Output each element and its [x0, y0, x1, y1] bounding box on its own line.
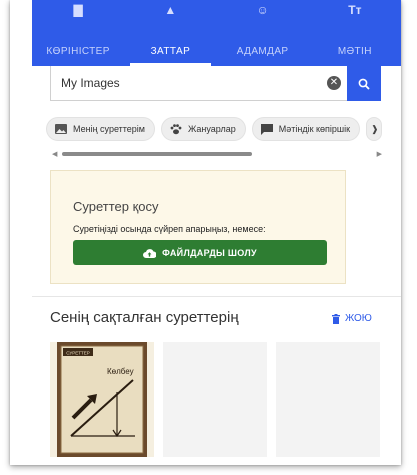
chip-label: Менің суреттерім	[73, 124, 145, 134]
browse-files-label: ФАЙЛДАРДЫ ШОЛУ	[162, 247, 257, 258]
delete-button[interactable]: ЖОЮ	[332, 313, 372, 324]
tab-label: ЗАТТАР	[150, 46, 191, 57]
saved-image-placeholder[interactable]	[163, 342, 267, 457]
image-icon: ▇	[73, 3, 83, 17]
chips-scrollbar[interactable]: ◀ ▶	[52, 150, 382, 158]
scroll-left-icon[interactable]: ◀	[52, 150, 57, 158]
saved-images-grid: СУРЕТТЕР Көлбеу	[50, 342, 380, 457]
scroll-right-icon[interactable]: ▶	[377, 150, 382, 158]
section-divider	[32, 296, 401, 297]
saved-images-title: Сенің сақталған суреттерің	[50, 309, 239, 326]
delete-label: ЖОЮ	[345, 313, 372, 324]
search-bar: ✕	[50, 66, 381, 101]
upload-title: Суреттер қосу	[73, 199, 159, 214]
more-icon: ❱	[371, 123, 379, 134]
text-icon: Tт	[348, 3, 362, 17]
category-tab-bar: ▇ КӨРІНІСТЕР ▲ ЗАТТАР ☺ АДАМДАР Tт МӘТІН	[32, 0, 401, 66]
tab-label: МӘТІН	[337, 46, 372, 57]
image-icon	[54, 123, 68, 135]
paw-icon	[169, 123, 183, 135]
shapes-icon: ▲	[164, 3, 177, 17]
tab-views[interactable]: ▇ КӨРІНІСТЕР	[32, 0, 124, 66]
tab-label: КӨРІНІСТЕР	[46, 46, 110, 57]
search-button[interactable]	[347, 66, 381, 101]
chip-speech-bubble[interactable]: Мәтіндік көпіршік	[251, 117, 361, 141]
upload-hint: Суретіңізді осында сүйреп апарыңыз, неме…	[73, 224, 266, 234]
cloud-upload-icon	[143, 248, 157, 258]
search-input[interactable]	[50, 66, 347, 101]
chip-more[interactable]: ❱	[366, 117, 383, 141]
tab-text[interactable]: Tт МӘТІН	[309, 0, 401, 66]
tab-people[interactable]: ☺ АДАМДАР	[217, 0, 309, 66]
speech-bubble-icon	[260, 123, 274, 135]
category-chips: Менің суреттерім Жануарлар Мәтіндік көпі…	[46, 117, 386, 141]
chip-animals[interactable]: Жануарлар	[161, 117, 246, 141]
chip-label: Мәтіндік көпіршік	[278, 124, 351, 134]
upload-dropzone[interactable]: Суреттер қосу Суретіңізді осында сүйреп …	[50, 170, 346, 284]
clear-search-icon[interactable]: ✕	[327, 76, 341, 90]
saved-image-slope[interactable]: СУРЕТТЕР Көлбеу	[50, 342, 154, 457]
smiley-icon: ☺	[256, 3, 269, 17]
image-header-text: СУРЕТТЕР	[66, 351, 89, 356]
browse-files-button[interactable]: ФАЙЛДАРДЫ ШОЛУ	[73, 240, 327, 265]
scrollbar-thumb[interactable]	[62, 152, 252, 156]
tab-objects[interactable]: ▲ ЗАТТАР	[124, 0, 216, 66]
chip-label: Жануарлар	[188, 124, 236, 134]
saved-image-placeholder[interactable]	[276, 342, 380, 457]
tab-label: АДАМДАР	[236, 46, 289, 57]
trash-icon	[332, 313, 340, 324]
chip-my-images[interactable]: Менің суреттерім	[46, 117, 155, 141]
image-caption: Көлбеу	[107, 367, 134, 376]
app-window: ▇ КӨРІНІСТЕР ▲ ЗАТТАР ☺ АДАМДАР Tт МӘТІН…	[10, 0, 401, 465]
search-icon	[358, 78, 370, 90]
